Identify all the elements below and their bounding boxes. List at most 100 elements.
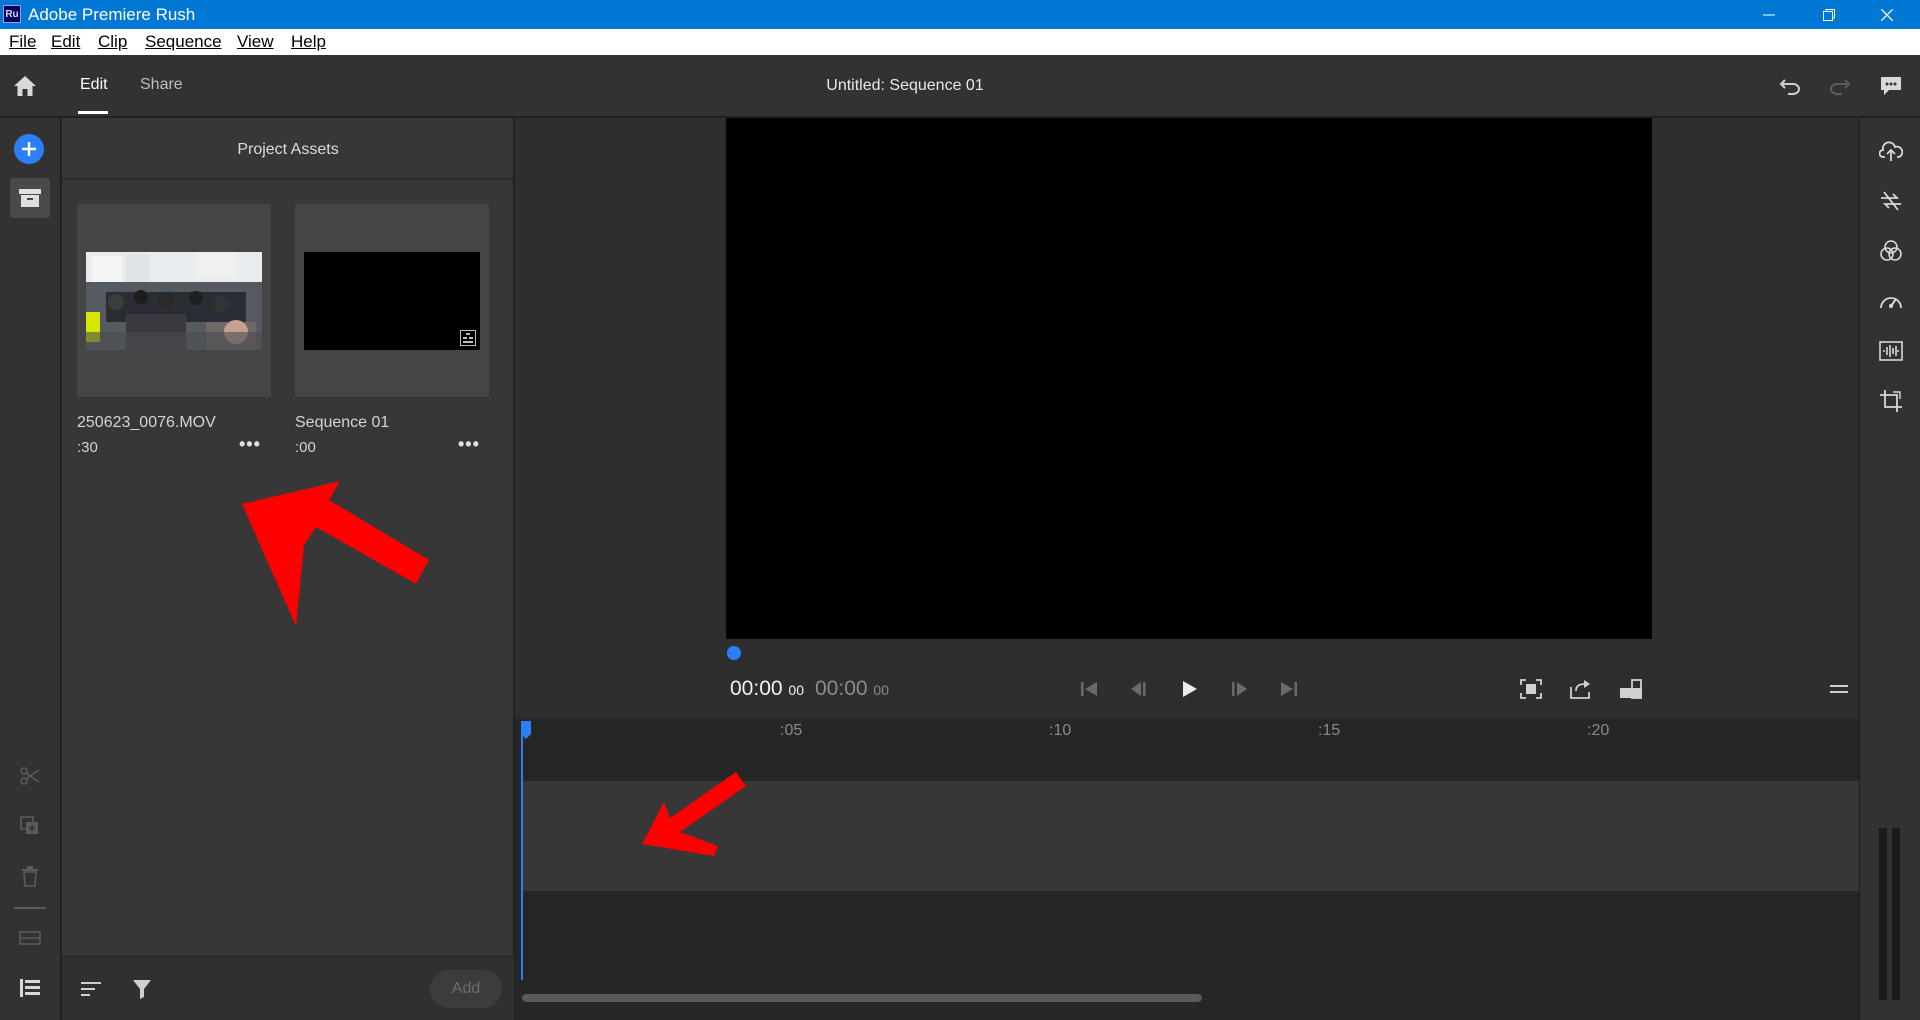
audio-button[interactable]: [1876, 336, 1906, 366]
right-tool-rail: [1859, 118, 1920, 1020]
audio-meter-right: [1892, 828, 1900, 1000]
menu-view[interactable]: View: [237, 32, 274, 52]
annotation-arrow-up-left: [242, 481, 429, 626]
skip-start-icon: [1081, 682, 1097, 696]
aspect-ratio-icon: [1620, 679, 1642, 699]
menu-clip[interactable]: Clip: [98, 32, 127, 52]
asset-name: Sequence 01: [295, 414, 390, 431]
menu-lines-icon: [1830, 685, 1848, 693]
skip-end-icon: [1281, 682, 1297, 696]
sort-lines-icon: [81, 982, 101, 996]
delete-button[interactable]: [16, 862, 44, 890]
color-button[interactable]: [1876, 236, 1906, 266]
video-thumbnail: [86, 252, 262, 350]
speed-button[interactable]: [1876, 286, 1906, 316]
track-options-button[interactable]: [16, 924, 44, 952]
titles-button[interactable]: [1876, 136, 1906, 166]
asset-more-button[interactable]: •••: [239, 434, 261, 455]
crop-button[interactable]: [1876, 386, 1906, 416]
speedometer-icon: [1880, 297, 1902, 309]
asset-duration: :30: [77, 439, 98, 456]
minimize-icon: [1763, 14, 1775, 15]
color-circles-icon: [1880, 240, 1902, 261]
sequence-thumbnail: [304, 252, 480, 350]
aspect-ratio-button[interactable]: [1616, 676, 1646, 702]
transitions-button[interactable]: [1876, 186, 1906, 216]
add-media-button[interactable]: [14, 134, 44, 164]
play-icon: [1183, 681, 1197, 697]
panel-menu-button[interactable]: [1824, 676, 1854, 702]
menu-file[interactable]: File: [9, 32, 36, 52]
asset-name: 250623_0076.MOV: [77, 414, 216, 431]
step-back-button[interactable]: [1124, 676, 1154, 702]
filter-button[interactable]: [129, 976, 155, 1002]
menu-edit[interactable]: Edit: [51, 32, 80, 52]
trash-icon: [22, 866, 38, 887]
sequence-title: Untitled: Sequence 01: [826, 77, 984, 94]
undo-icon: [1779, 79, 1800, 95]
plus-icon: [22, 142, 36, 156]
asset-card-video[interactable]: [77, 204, 271, 397]
redo-icon: [1830, 79, 1851, 95]
duplicate-button[interactable]: [16, 812, 44, 840]
track-icon: [19, 931, 41, 945]
share-arrow-icon: [1570, 680, 1590, 699]
fit-frame-icon: [1520, 679, 1542, 699]
restore-icon: [1823, 8, 1835, 21]
asset-duration: :00: [295, 439, 316, 456]
panel-divider: [62, 178, 514, 180]
step-forward-button[interactable]: [1224, 676, 1254, 702]
total-timecode: 00:00 00: [815, 677, 889, 700]
ruler-label: :15: [1318, 722, 1341, 739]
fit-frame-button[interactable]: [1516, 676, 1546, 702]
playhead-handle[interactable]: [520, 720, 532, 740]
timeline-view-button[interactable]: [16, 974, 44, 1002]
program-monitor[interactable]: [726, 118, 1652, 639]
add-button[interactable]: Add: [430, 970, 502, 1008]
play-button[interactable]: [1174, 676, 1204, 702]
annotation-arrow-down-left: [642, 772, 746, 856]
title-bar: Ru Adobe Premiere Rush: [0, 0, 1920, 29]
app-header: Edit Share Untitled: Sequence 01: [0, 55, 1920, 117]
asset-card-sequence[interactable]: [295, 204, 489, 397]
minimize-button[interactable]: [1740, 0, 1798, 29]
filter-funnel-icon: [133, 980, 151, 999]
sort-button[interactable]: [78, 977, 104, 1001]
undo-button[interactable]: [1776, 73, 1804, 99]
scrubber-handle[interactable]: [727, 646, 741, 660]
timeline-scrollbar[interactable]: [522, 994, 1202, 1002]
share-frame-button[interactable]: [1566, 676, 1596, 702]
menu-help[interactable]: Help: [291, 32, 326, 52]
asset-more-button[interactable]: •••: [458, 434, 480, 455]
left-tool-rail: [0, 118, 61, 1020]
restore-button[interactable]: [1800, 0, 1858, 29]
current-timecode: 00:00 00: [730, 677, 804, 700]
active-tab-indicator: [78, 111, 108, 114]
app-logo: Ru: [3, 5, 21, 23]
list-bars-icon: [20, 979, 40, 997]
close-window-button[interactable]: [1858, 0, 1916, 29]
assets-footer: Add: [62, 956, 514, 1020]
project-assets-button[interactable]: [10, 178, 50, 218]
step-back-icon: [1131, 682, 1146, 696]
panel-title: Project Assets: [237, 141, 339, 158]
go-to-end-button[interactable]: [1274, 676, 1304, 702]
redo-button[interactable]: [1826, 73, 1854, 99]
audio-meter-left: [1879, 828, 1887, 1000]
scissors-icon: [20, 767, 40, 785]
feedback-button[interactable]: [1876, 72, 1906, 100]
audio-waveform-icon: [1879, 341, 1903, 361]
menu-sequence[interactable]: Sequence: [145, 32, 222, 52]
playhead-line: [521, 728, 523, 980]
close-icon: [1881, 8, 1893, 21]
crop-icon: [1880, 390, 1902, 412]
ruler-label: :20: [1587, 722, 1610, 739]
split-clip-button[interactable]: [16, 762, 44, 790]
go-to-start-button[interactable]: [1074, 676, 1104, 702]
upload-cloud-icon: [1879, 141, 1903, 161]
menu-bar: File Edit Clip Sequence View Help: [0, 29, 1920, 55]
rail-divider: [14, 907, 46, 909]
archive-box-icon: [19, 189, 41, 207]
sequence-badge-icon: [460, 330, 476, 346]
step-forward-icon: [1232, 682, 1247, 696]
